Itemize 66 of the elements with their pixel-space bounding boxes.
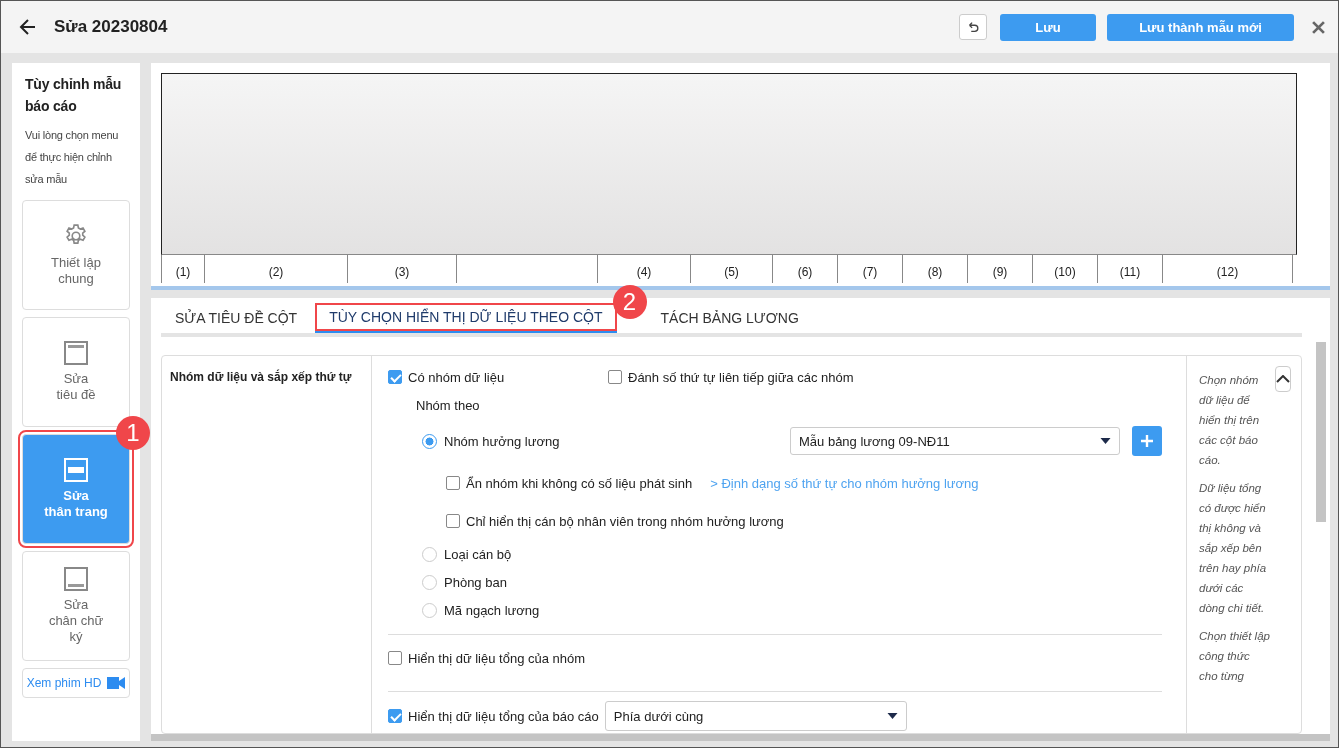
undo-icon xyxy=(966,20,980,34)
checkbox[interactable]: Ẩn nhóm khi không có số liệu phát sinh xyxy=(446,475,693,491)
caret-icon xyxy=(1100,438,1111,444)
help-text: Dữ liệu tổng có được hiển thị không và sắp xếp bên trên hay phía dưới các dòng chi tiết. xyxy=(1199,481,1268,616)
sidebar-item-label: tiêu đề xyxy=(56,387,96,403)
sidebar-item[interactable]: Thiết lập chung xyxy=(22,200,130,310)
page-footer-icon xyxy=(64,567,88,591)
video-camera-icon xyxy=(107,677,126,689)
help-text: Chọn thiết lập công thức cho từng xyxy=(1199,629,1271,684)
page-title: Sửa 20230804 xyxy=(54,17,168,37)
callout-number: 2 xyxy=(612,285,647,319)
caret-icon xyxy=(886,713,898,719)
column-header: (4) xyxy=(598,255,691,283)
sidebar-hint: Vui lòng chọn menu để thực hiện chỉnh sửa mẫu xyxy=(24,128,120,187)
sidebar-item[interactable]: Sửa tiêu đề xyxy=(22,317,130,427)
sidebar-item-label: thân trang xyxy=(44,504,108,520)
sidebar-item-label: Sửa xyxy=(63,597,89,613)
sidebar-item-label: Sửa xyxy=(63,371,89,387)
checkbox[interactable]: Có nhóm dữ liệu xyxy=(388,369,608,385)
radio-button[interactable]: Mã ngạch lương xyxy=(422,602,540,618)
position-dropdown[interactable]: Phía dưới cùng xyxy=(604,701,907,731)
undo-button[interactable] xyxy=(959,14,987,40)
tab[interactable]: SỬA TIÊU ĐỀ CỘT xyxy=(161,303,312,333)
checkbox[interactable]: Chỉ hiển thị cán bộ nhân viên trong nhóm hưởng lương xyxy=(446,513,784,529)
column-header: (3) xyxy=(348,255,457,283)
vertical-scrollbar[interactable] xyxy=(1316,342,1326,522)
sidebar-item-label: chân chữ xyxy=(48,613,104,629)
horizontal-scrollbar[interactable] xyxy=(151,734,1330,741)
back-arrow-icon[interactable] xyxy=(18,17,38,37)
chevron-up-icon xyxy=(1276,375,1290,383)
checkbox[interactable]: Hiển thị dữ liệu tổng của báo cáo xyxy=(388,708,599,724)
radio-button[interactable]: Loại cán bộ xyxy=(422,546,512,562)
sidebar-item-label: Sửa xyxy=(63,488,89,504)
radio-button[interactable]: Phòng ban xyxy=(422,574,507,590)
column-header: (10) xyxy=(1033,255,1098,283)
tab[interactable]: TÙY CHỌN HIỂN THỊ DỮ LIỆU THEO CỘT xyxy=(315,303,617,333)
tab[interactable]: TÁCH BẢNG LƯƠNG xyxy=(646,303,813,333)
column-header: (11) xyxy=(1098,255,1163,283)
column-header: (7) xyxy=(838,255,903,283)
radio-button[interactable]: Nhóm hưởng lương xyxy=(422,433,560,449)
sidebar-item-label: Thiết lập xyxy=(51,255,101,271)
column-header: (2) xyxy=(205,255,348,283)
callout-number: 1 xyxy=(116,416,150,450)
page-body-icon xyxy=(64,458,88,482)
column-header: (8) xyxy=(903,255,968,283)
template-dropdown[interactable]: Mẫu bảng lương 09-NĐ11 xyxy=(790,427,1120,455)
sidebar-item[interactable]: Sửa chân chữ ký xyxy=(22,551,130,661)
checkbox[interactable]: Đánh số thứ tự liên tiếp giữa các nhóm xyxy=(608,369,854,385)
plus-icon xyxy=(1140,434,1154,448)
section-label: Nhóm dữ liệu và sắp xếp thứ tự xyxy=(162,356,372,733)
close-icon[interactable] xyxy=(1312,20,1325,34)
help-text: Chọn nhóm dữ liệu để hiển thị trên các cột báo cáo. xyxy=(1199,373,1261,468)
column-header: (6) xyxy=(773,255,838,283)
collapse-button[interactable] xyxy=(1275,366,1291,392)
video-guide-link[interactable]: Xem phim HD xyxy=(22,668,130,698)
column-header: (9) xyxy=(968,255,1033,283)
sidebar-item-label: chung xyxy=(58,271,94,287)
column-header: (5) xyxy=(691,255,773,283)
column-header: (1) xyxy=(162,255,205,283)
group-by-label: Nhóm theo xyxy=(415,398,481,415)
sidebar-title: Tùy chỉnh mẫu báo cáo xyxy=(24,75,123,116)
column-header: (12) xyxy=(1163,255,1293,283)
checkbox[interactable]: Hiển thị dữ liệu tổng của nhóm xyxy=(388,650,586,666)
page-header-icon xyxy=(64,341,88,365)
add-button[interactable] xyxy=(1132,426,1162,456)
sidebar-item-label: ký xyxy=(69,629,83,645)
